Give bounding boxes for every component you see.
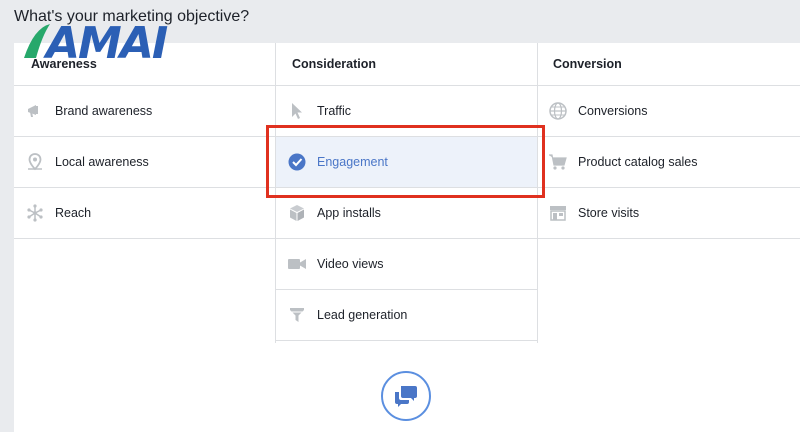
location-pin-icon <box>25 152 45 172</box>
logo-text: AMAI <box>43 18 168 64</box>
objective-local-awareness[interactable]: Local awareness <box>14 137 275 188</box>
objective-label: Conversions <box>578 104 648 118</box>
objective-reach[interactable]: Reach <box>14 188 275 239</box>
funnel-icon <box>287 305 307 325</box>
objective-lead-generation[interactable]: Lead generation <box>276 290 537 341</box>
video-camera-icon <box>287 254 307 274</box>
megaphone-icon <box>25 101 45 121</box>
column-conversion: Conversion Conversions Product catalog s… <box>537 43 800 343</box>
column-header-consideration: Consideration <box>276 43 537 86</box>
objective-label: App installs <box>317 206 381 220</box>
objective-label: Store visits <box>578 206 640 220</box>
column-header-conversion: Conversion <box>537 43 800 86</box>
objective-label: Reach <box>55 206 92 220</box>
column-awareness: Awareness Brand awareness Local awarenes… <box>14 43 275 343</box>
objective-video-views[interactable]: Video views <box>276 239 537 290</box>
objective-product-catalog-sales[interactable]: Product catalog sales <box>537 137 800 188</box>
cursor-icon <box>287 101 307 121</box>
objective-brand-awareness[interactable]: Brand awareness <box>14 86 275 137</box>
objective-conversions[interactable]: Conversions <box>537 86 800 137</box>
objective-label: Lead generation <box>317 308 408 322</box>
objective-label: Product catalog sales <box>578 155 698 169</box>
objective-label: Local awareness <box>55 155 149 169</box>
amai-logo: AMAI <box>20 18 180 69</box>
objective-panel: Awareness Brand awareness Local awarenes… <box>14 43 800 432</box>
box-icon <box>287 203 307 223</box>
objective-store-visits[interactable]: Store visits <box>537 188 800 239</box>
objective-label: Video views <box>317 257 384 271</box>
chat-bubbles-icon <box>381 371 431 421</box>
reach-burst-icon <box>25 203 45 223</box>
shopping-cart-icon <box>548 152 568 172</box>
engagement-highlight-box <box>266 125 545 198</box>
objective-label: Brand awareness <box>55 104 153 118</box>
store-icon <box>548 203 568 223</box>
globe-icon <box>548 101 568 121</box>
objective-label: Traffic <box>317 104 352 118</box>
